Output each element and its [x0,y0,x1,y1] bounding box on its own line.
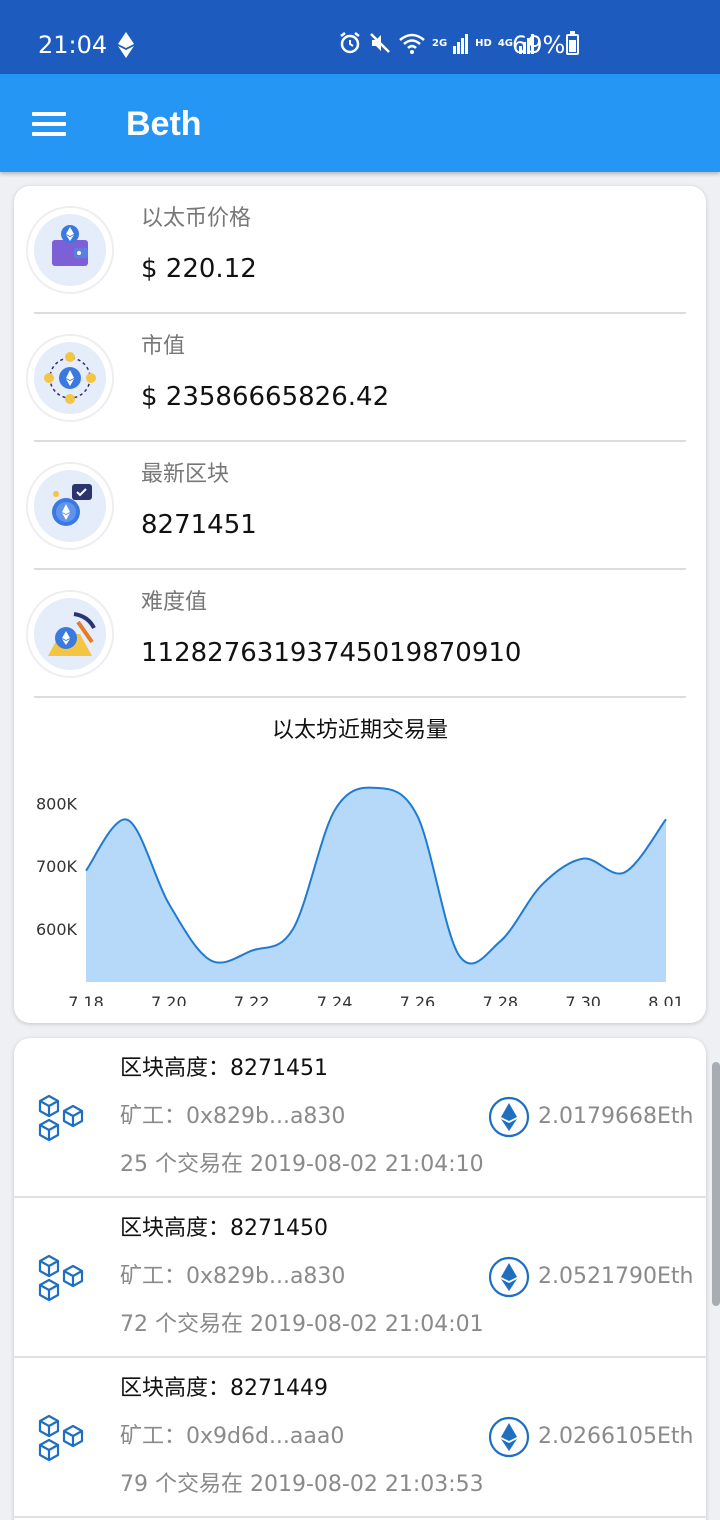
stat-value: $ 220.12 [141,254,257,284]
signal-icon [453,34,469,54]
block-list: 区块高度：8271451 矿工：0x829b...a830 25 个交易在 20… [14,1038,706,1520]
x-tick-label: 7.18 [68,993,104,1006]
block-height: 区块高度：8271449 [120,1376,328,1401]
app-bar: Beth [0,74,720,172]
block-miner: 矿工：0x829b...a830 [120,1104,346,1129]
eth-network-icon [28,336,112,420]
cubes-icon [38,1254,84,1302]
status-icons: 2G HD 4G [338,31,535,55]
x-tick-label: 7.20 [151,993,187,1006]
status-time: 21:04 [38,31,108,59]
eth-block-check-icon [28,464,112,548]
block-reward: 2.0521790Eth [538,1264,694,1289]
network-4g-label: 4G [497,37,514,49]
eth-coin-icon [488,1096,530,1138]
y-tick-label: 600K [36,920,78,939]
stat-value: 8271451 [141,510,257,540]
block-tx-info: 25 个交易在 2019-08-02 21:04:10 [120,1152,484,1177]
status-bar: 21:04 2G HD 4G 69% [0,0,720,74]
block-reward: 2.0179668Eth [538,1104,694,1129]
stat-label: 以太币价格 [141,206,252,231]
x-tick-label: 7.26 [400,993,436,1006]
stat-row-price: 以太币价格 $ 220.12 [14,186,706,314]
cubes-icon [38,1414,84,1462]
volume-chart: 7.18 7.20 7.22 7.24 7.26 7.28 7.30 8.01 600K 700K… [36,786,684,1006]
chart-title: 以太坊近期交易量 [271,718,448,743]
battery-percent: 69% [512,31,566,59]
ethereum-icon [118,32,134,58]
block-tx-info: 72 个交易在 2019-08-02 21:04:01 [120,1312,484,1337]
block-list-item[interactable]: 区块高度：8271449 矿工：0x9d6d...aaa0 79 个交易在 20… [14,1358,706,1518]
eth-mining-icon [28,592,112,676]
stat-label: 市值 [141,334,186,359]
battery-icon [566,31,579,55]
y-tick-label: 800K [36,795,78,814]
block-reward: 2.0266105Eth [538,1424,694,1449]
stat-row-latest-block: 最新区块 8271451 [14,442,706,570]
block-list-item[interactable]: 区块高度：8271451 矿工：0x829b...a830 25 个交易在 20… [14,1038,706,1198]
block-miner: 矿工：0x829b...a830 [120,1264,346,1289]
scrollbar-thumb[interactable] [712,1062,720,1306]
block-height: 区块高度：8271451 [120,1056,328,1081]
stat-row-difficulty: 难度值 1128276319374501987091​0 [14,570,706,698]
x-tick-label: 8.01 [648,993,684,1006]
stat-row-market-cap: 市值 $ 23586665826.42 [14,314,706,442]
stats-card: 以太币价格 $ 220.12 市值 $ 23586665826.42 最新区块 … [14,186,706,1023]
mute-icon [370,33,390,53]
stat-label: 最新区块 [141,462,230,487]
stat-value: 1128276319374501987091​0 [141,638,522,668]
block-miner: 矿工：0x9d6d...aaa0 [120,1424,345,1449]
x-tick-label: 7.22 [234,993,270,1006]
alarm-icon [340,32,360,54]
divider [34,696,686,698]
stat-value: $ 23586665826.42 [141,382,390,412]
eth-coin-icon [488,1256,530,1298]
app-title: Beth [126,105,202,143]
x-tick-label: 7.24 [317,993,353,1006]
x-tick-label: 7.28 [482,993,518,1006]
network-2g-label: 2G [432,37,448,49]
hamburger-menu-icon[interactable] [32,110,66,138]
cubes-icon [38,1094,84,1142]
hd-label: HD [475,37,492,49]
y-tick-label: 700K [36,857,78,876]
stat-label: 难度值 [141,590,208,615]
divider [14,1516,706,1518]
wallet-eth-icon [28,208,112,292]
wifi-icon [399,33,425,54]
chart-area-fill [86,787,666,982]
block-list-item[interactable]: 区块高度：8271450 矿工：0x829b...a830 72 个交易在 20… [14,1198,706,1358]
x-tick-label: 7.30 [565,993,601,1006]
eth-coin-icon [488,1416,530,1458]
block-height: 区块高度：8271450 [120,1216,328,1241]
block-tx-info: 79 个交易在 2019-08-02 21:03:53 [120,1472,484,1497]
